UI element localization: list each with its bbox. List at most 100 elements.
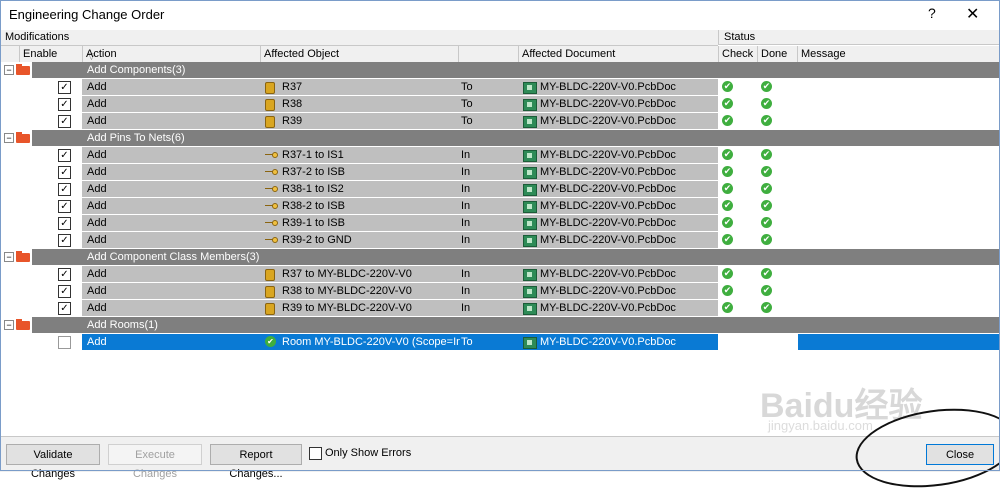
affected-object-cell: R38-1 to IS2 <box>282 183 344 195</box>
table-row[interactable]: ✓ Add R39-1 to ISB In MY-BLDC-220V-V0.PcbDoc… <box>0 215 1000 231</box>
direction-cell: To <box>461 336 473 348</box>
pin-icon <box>265 220 278 226</box>
table-row[interactable]: ✓ Add R37 to MY-BLDC-220V-V0 In MY-BLDC-220V… <box>0 266 1000 282</box>
done-ok-icon: ✔ <box>761 166 772 177</box>
window-close-button[interactable]: ✕ <box>966 4 979 24</box>
enable-checkbox[interactable]: ✓ <box>58 268 71 281</box>
collapse-icon[interactable]: − <box>4 133 14 143</box>
group-row[interactable]: − Add Components(3) <box>0 62 1000 78</box>
component-icon <box>265 116 275 128</box>
direction-cell: In <box>461 234 471 246</box>
action-cell: Add <box>87 81 107 93</box>
table-row[interactable]: ✓ Add R38 To MY-BLDC-220V-V0.PcbDoc ✔ ✔ <box>0 96 1000 112</box>
enable-checkbox[interactable]: ✓ <box>58 302 71 315</box>
enable-checkbox[interactable]: ✓ <box>58 217 71 230</box>
table-row[interactable]: ✓ Add R39 to MY-BLDC-220V-V0 In MY-BLDC-220V… <box>0 300 1000 316</box>
action-cell: Add <box>87 115 107 127</box>
check-ok-icon: ✔ <box>722 285 733 296</box>
check-ok-icon: ✔ <box>722 81 733 92</box>
execute-changes-button[interactable]: Execute Changes <box>108 444 202 480</box>
affected-document-cell: MY-BLDC-220V-V0.PcbDoc <box>540 98 676 110</box>
direction-cell: In <box>461 183 471 195</box>
group-row[interactable]: − Add Pins To Nets(6) <box>0 130 1000 146</box>
group-title: Add Pins To Nets(6) <box>87 132 185 144</box>
col-action[interactable]: Action <box>82 46 260 62</box>
table-row[interactable]: ✓ Add R37 To MY-BLDC-220V-V0.PcbDoc ✔ ✔ <box>0 79 1000 95</box>
col-message[interactable]: Message <box>797 46 1000 62</box>
folder-icon <box>16 319 30 330</box>
group-row[interactable]: − Add Rooms(1) <box>0 317 1000 333</box>
enable-checkbox[interactable]: ✓ <box>58 200 71 213</box>
component-icon <box>265 99 275 111</box>
col-enable[interactable]: Enable ▽ <box>19 46 95 62</box>
affected-document-cell: MY-BLDC-220V-V0.PcbDoc <box>540 268 676 280</box>
check-ok-icon: ✔ <box>722 166 733 177</box>
table-row[interactable]: ✓ Add R38-1 to IS2 In MY-BLDC-220V-V0.PcbDoc… <box>0 181 1000 197</box>
table-row[interactable]: ✓ Add R39 To MY-BLDC-220V-V0.PcbDoc ✔ ✔ <box>0 113 1000 129</box>
enable-checkbox[interactable] <box>58 336 71 349</box>
table-row[interactable]: ✓ Add R37-2 to ISB In MY-BLDC-220V-V0.PcbDoc… <box>0 164 1000 180</box>
folder-icon <box>16 251 30 262</box>
watermark-url: jingyan.baidu.com <box>768 418 873 433</box>
pcb-document-icon <box>523 82 537 94</box>
report-changes-button[interactable]: Report Changes... <box>210 444 302 480</box>
affected-document-cell: MY-BLDC-220V-V0.PcbDoc <box>540 115 676 127</box>
affected-document-cell: MY-BLDC-220V-V0.PcbDoc <box>540 81 676 93</box>
enable-checkbox[interactable]: ✓ <box>58 81 71 94</box>
affected-object-cell: R37-2 to ISB <box>282 166 345 178</box>
table-row[interactable]: ✓ Add R39-2 to GND In MY-BLDC-220V-V0.PcbDoc… <box>0 232 1000 248</box>
status-header: Status <box>718 30 1000 45</box>
collapse-icon[interactable]: − <box>4 252 14 262</box>
action-cell: Add <box>87 98 107 110</box>
direction-cell: In <box>461 285 471 297</box>
direction-cell: In <box>461 200 471 212</box>
pin-icon <box>265 152 278 158</box>
action-cell: Add <box>87 336 107 348</box>
group-title: Add Components(3) <box>87 64 186 76</box>
direction-cell: To <box>461 98 473 110</box>
direction-cell: In <box>461 268 471 280</box>
col-check[interactable]: Check <box>718 46 757 62</box>
component-icon <box>265 82 275 94</box>
action-cell: Add <box>87 183 107 195</box>
col-affected-document[interactable]: Affected Document <box>518 46 718 62</box>
action-cell: Add <box>87 302 107 314</box>
affected-object-cell: R38-2 to ISB <box>282 200 345 212</box>
done-ok-icon: ✔ <box>761 81 772 92</box>
close-button[interactable]: Close <box>926 444 994 465</box>
enable-checkbox[interactable]: ✓ <box>58 183 71 196</box>
only-show-errors-box[interactable] <box>309 447 322 460</box>
enable-checkbox[interactable]: ✓ <box>58 166 71 179</box>
enable-checkbox[interactable]: ✓ <box>58 149 71 162</box>
collapse-icon[interactable]: − <box>4 320 14 330</box>
table-row[interactable]: ✓ Add R38 to MY-BLDC-220V-V0 In MY-BLDC-220V… <box>0 283 1000 299</box>
col-check-label: Check <box>722 48 754 60</box>
collapse-icon[interactable]: − <box>4 65 14 75</box>
enable-checkbox[interactable]: ✓ <box>58 115 71 128</box>
validate-changes-button[interactable]: Validate Changes <box>6 444 100 480</box>
group-row[interactable]: − Add Component Class Members(3) <box>0 249 1000 265</box>
table-row[interactable]: ✓ Add R38-2 to ISB In MY-BLDC-220V-V0.PcbDoc… <box>0 198 1000 214</box>
pcb-document-icon <box>523 150 537 162</box>
only-show-errors-label: Only Show Errors <box>325 447 412 459</box>
affected-document-cell: MY-BLDC-220V-V0.PcbDoc <box>540 183 676 195</box>
pcb-document-icon <box>523 286 537 298</box>
table-row[interactable]: Add ✔ Room MY-BLDC-220V-V0 (Scope=InCo To MY… <box>0 334 1000 350</box>
col-direction[interactable] <box>458 46 518 62</box>
table-row[interactable]: ✓ Add R37-1 to IS1 In MY-BLDC-220V-V0.PcbDoc… <box>0 147 1000 163</box>
col-action-label: Action <box>86 48 117 60</box>
done-ok-icon: ✔ <box>761 302 772 313</box>
enable-checkbox[interactable]: ✓ <box>58 285 71 298</box>
enable-checkbox[interactable]: ✓ <box>58 234 71 247</box>
direction-cell: In <box>461 166 471 178</box>
direction-cell: To <box>461 81 473 93</box>
component-icon <box>265 286 275 298</box>
enable-checkbox[interactable]: ✓ <box>58 98 71 111</box>
col-affected-object[interactable]: Affected Object <box>260 46 458 62</box>
modifications-header: Modifications <box>0 30 718 46</box>
affected-object-cell: R39 to MY-BLDC-220V-V0 <box>282 302 412 314</box>
done-ok-icon: ✔ <box>761 115 772 126</box>
col-done[interactable]: Done <box>757 46 797 62</box>
action-cell: Add <box>87 166 107 178</box>
help-button[interactable]: ? <box>928 5 936 21</box>
